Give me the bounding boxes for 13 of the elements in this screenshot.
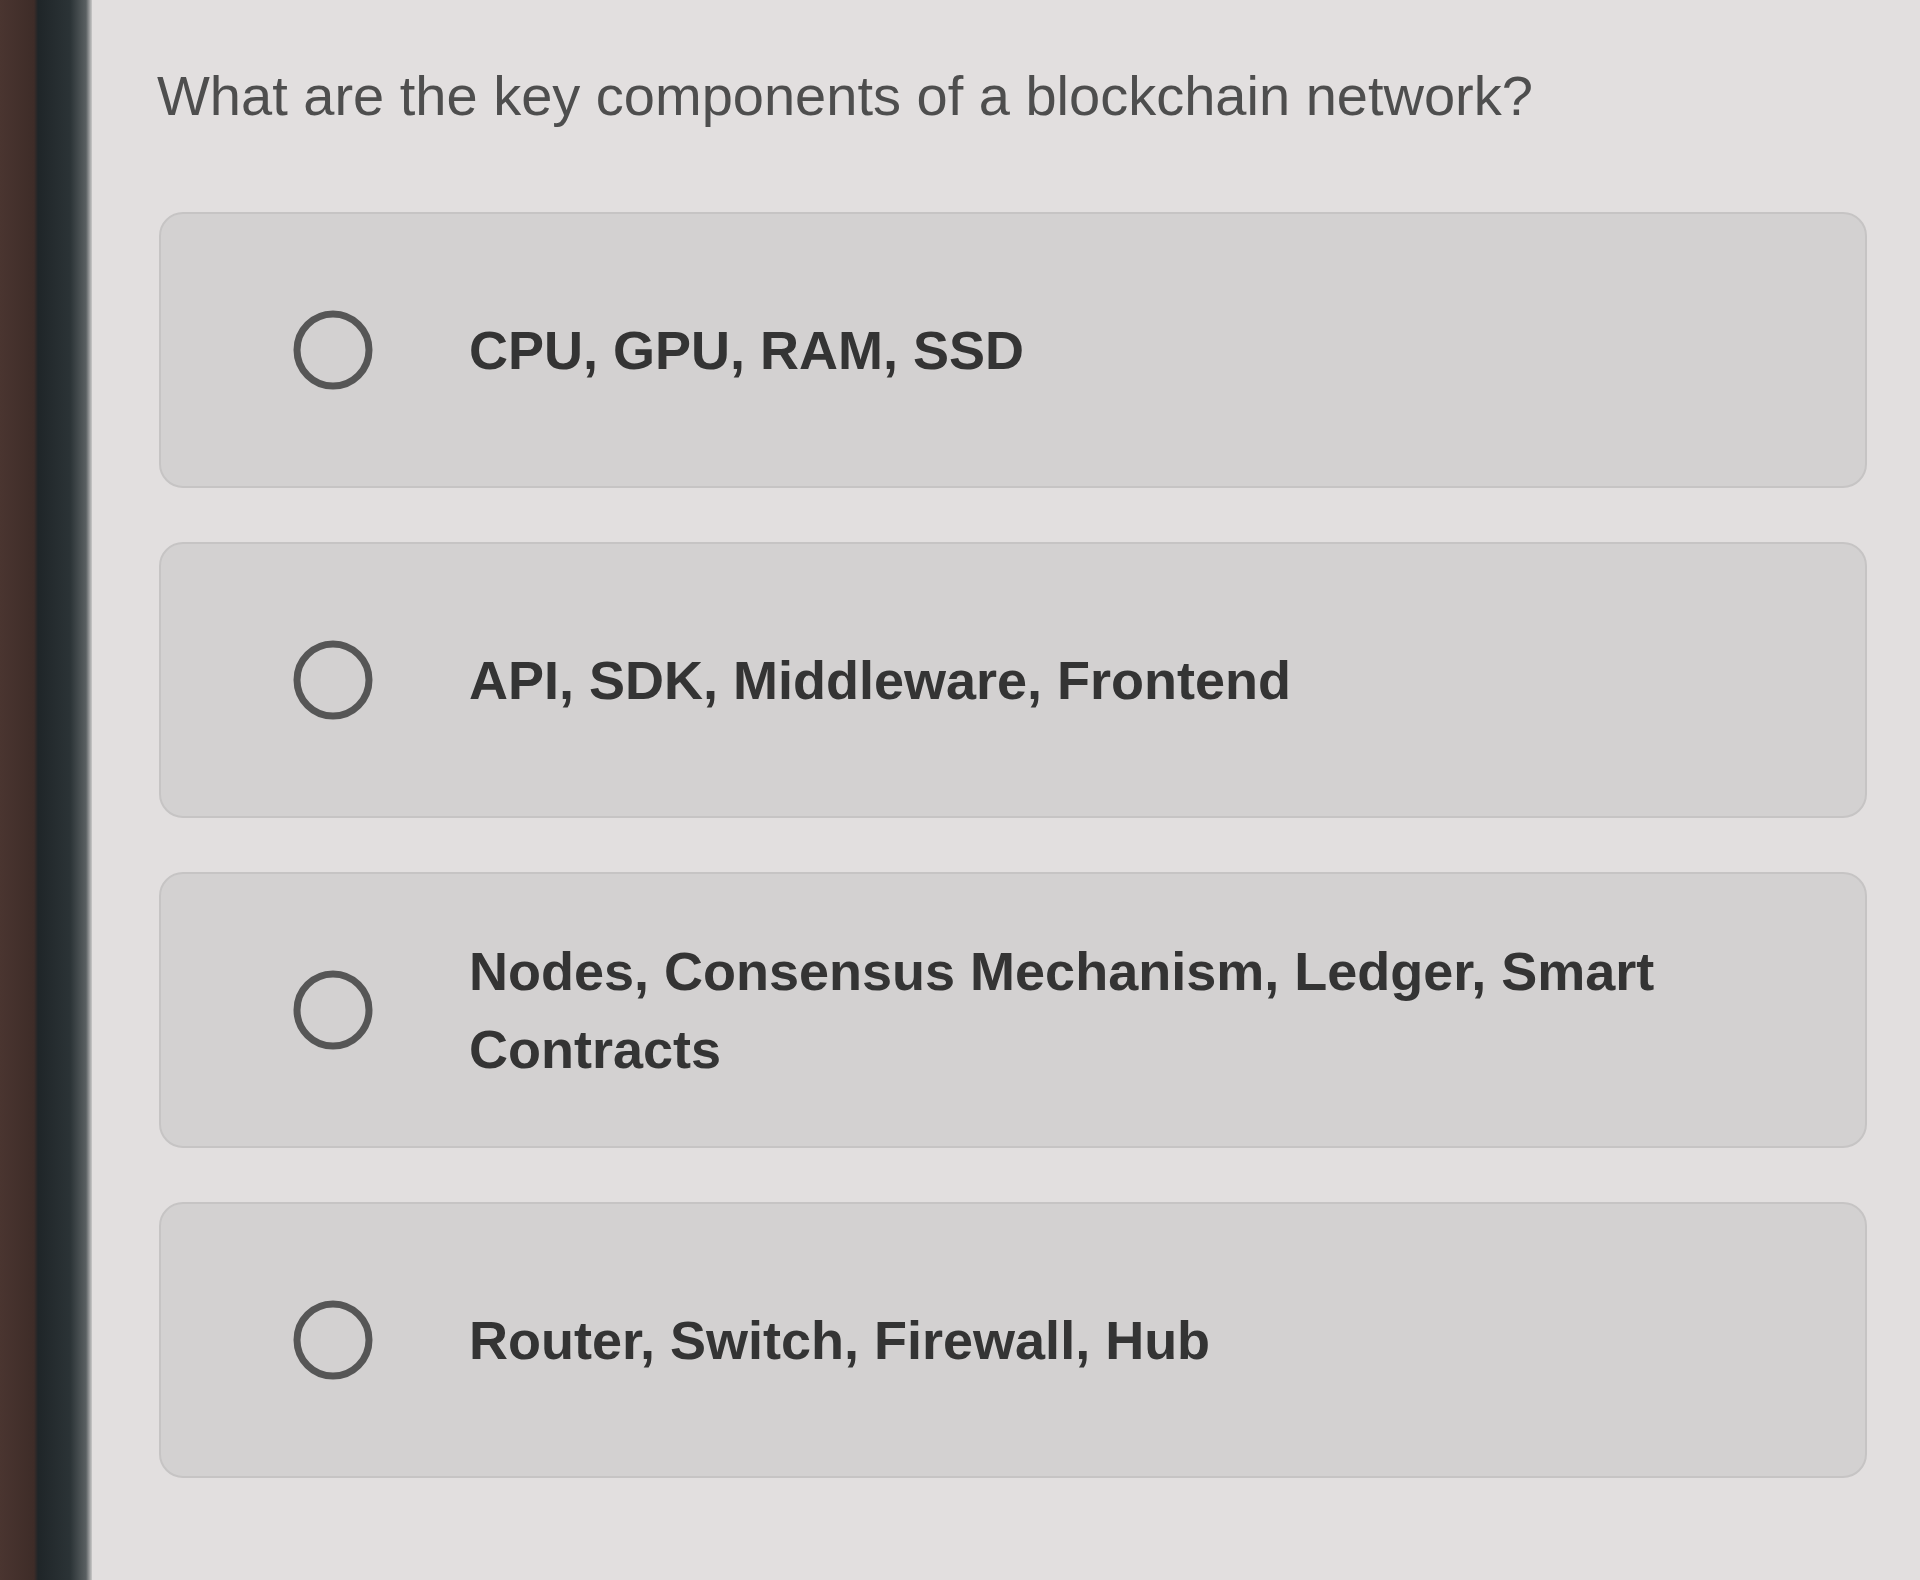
option-label: CPU, GPU, RAM, SSD [469,319,1025,382]
radio-button-icon[interactable] [293,640,373,720]
option-label: Nodes, Consensus Mechanism, Ledger, Smart Contracts [469,940,1656,1081]
radio-button-icon[interactable] [293,1300,373,1380]
radio-button-icon[interactable] [293,970,373,1050]
answer-option[interactable]: Nodes, Consensus Mechanism, Ledger, Smart Contracts [159,872,1867,1148]
radio-button-icon[interactable] [293,310,373,390]
answer-option[interactable]: Router, Switch, Firewall, Hub [159,1202,1867,1478]
option-label: Router, Switch, Firewall, Hub [469,1309,1211,1372]
answer-option[interactable]: CPU, GPU, RAM, SSD [159,212,1867,488]
option-label: API, SDK, Middleware, Frontend [469,649,1292,712]
question-text: What are the key components of a blockchain network? [157,63,1534,129]
answer-option[interactable]: API, SDK, Middleware, Frontend [159,542,1867,818]
